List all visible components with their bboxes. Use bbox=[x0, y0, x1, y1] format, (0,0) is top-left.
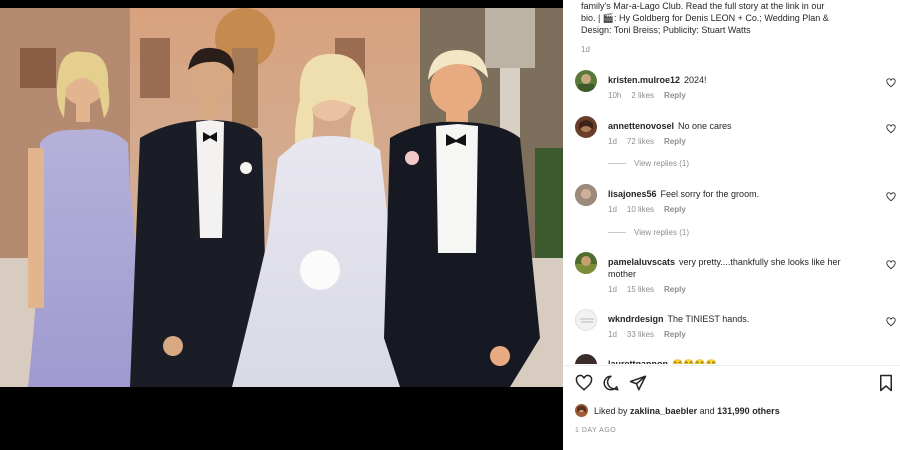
avatar[interactable] bbox=[575, 404, 588, 417]
comment-username[interactable]: pamelaluvscats bbox=[608, 257, 675, 267]
comment-meta: 10h 2 likes Reply bbox=[608, 90, 696, 102]
likes-prefix: Liked by bbox=[594, 406, 628, 416]
comment-time: 1d bbox=[608, 330, 617, 339]
replies-divider bbox=[608, 163, 626, 165]
caption-line: Design: Toni Breiss; Publicity: Stuart W… bbox=[581, 25, 751, 35]
reply-button[interactable]: Reply bbox=[664, 330, 686, 339]
heart-outline-icon[interactable] bbox=[575, 374, 593, 392]
likes-count[interactable]: 131,990 others bbox=[717, 406, 780, 416]
avatar[interactable] bbox=[575, 116, 597, 138]
avatar[interactable] bbox=[575, 354, 597, 364]
comment-username[interactable]: wkndrdesign bbox=[608, 314, 664, 324]
comment-meta: 1d 72 likes Reply bbox=[608, 136, 696, 148]
comment-message: 😂😂😂😂 bbox=[672, 359, 717, 364]
caption-timestamp: 1d bbox=[581, 45, 590, 54]
reply-button[interactable]: Reply bbox=[664, 137, 686, 146]
reply-button[interactable]: Reply bbox=[664, 91, 686, 100]
comment-text: laurettgannon 😂😂😂😂 bbox=[608, 358, 856, 364]
wedding-photo[interactable] bbox=[0, 8, 563, 387]
comment-likes[interactable]: 15 likes bbox=[627, 285, 654, 294]
comment-likes[interactable]: 10 likes bbox=[627, 205, 654, 214]
heart-icon[interactable] bbox=[886, 192, 896, 202]
caption-line: bio. | 🎬: Hy Goldberg for Denis LEON + C… bbox=[581, 13, 829, 23]
avatar[interactable] bbox=[575, 252, 597, 274]
panel-divider bbox=[563, 365, 900, 366]
heart-icon[interactable] bbox=[886, 317, 896, 327]
comment-message: very pretty....thankfully she looks like… bbox=[679, 257, 841, 267]
comment-meta: 1d 10 likes Reply bbox=[608, 204, 696, 216]
comment-message-continued: mother bbox=[608, 269, 637, 279]
avatar[interactable] bbox=[575, 184, 597, 206]
reply-button[interactable]: Reply bbox=[664, 205, 686, 214]
paper-plane-icon[interactable] bbox=[629, 374, 647, 392]
view-replies-button[interactable]: View replies (1) bbox=[608, 158, 689, 170]
comment-time: 1d bbox=[608, 205, 617, 214]
comment-time: 1d bbox=[608, 137, 617, 146]
post-media bbox=[0, 0, 563, 450]
heart-icon[interactable] bbox=[886, 124, 896, 134]
heart-icon[interactable] bbox=[886, 260, 896, 270]
comment-message: Feel sorry for the groom. bbox=[660, 189, 760, 199]
comment-time: 10h bbox=[608, 91, 622, 100]
view-replies-button[interactable]: View replies (1) bbox=[608, 227, 689, 239]
comments-list[interactable]: kristen.mulroe12 2024! 10h 2 likes Reply an… bbox=[563, 64, 900, 364]
comment-text: kristen.mulroe12 2024! bbox=[608, 74, 856, 86]
comment-text: lisajones56 Feel sorry for the groom. bbox=[608, 188, 856, 200]
comment-bubble-icon[interactable] bbox=[602, 374, 620, 392]
bookmark-icon[interactable] bbox=[877, 374, 895, 392]
reply-button[interactable]: Reply bbox=[664, 285, 686, 294]
post-caption: family's Mar-a-Lago Club. Read the full … bbox=[581, 0, 881, 36]
comment-text: annettenovosel No one cares bbox=[608, 120, 856, 132]
comment-likes[interactable]: 33 likes bbox=[627, 330, 654, 339]
view-replies-label: View replies (1) bbox=[634, 159, 689, 168]
comment-time: 1d bbox=[608, 285, 617, 294]
caption-line: family's Mar-a-Lago Club. Read the full … bbox=[581, 1, 825, 11]
heart-icon[interactable] bbox=[886, 78, 896, 88]
comment-meta: 1d 33 likes Reply bbox=[608, 329, 696, 341]
replies-divider bbox=[608, 232, 626, 234]
liker-username[interactable]: zaklina_baebler bbox=[630, 406, 697, 416]
comment-likes[interactable]: 72 likes bbox=[627, 137, 654, 146]
post-timestamp: 1 DAY AGO bbox=[575, 427, 617, 434]
post-actions-bar bbox=[563, 374, 900, 394]
comment-username[interactable]: lisajones56 bbox=[608, 189, 657, 199]
comment-message: 2024! bbox=[684, 75, 707, 85]
comment-message: No one cares bbox=[678, 121, 732, 131]
likes-conjunction: and bbox=[699, 406, 715, 416]
comment-username[interactable]: kristen.mulroe12 bbox=[608, 75, 680, 85]
comment-text: pamelaluvscats very pretty....thankfully … bbox=[608, 256, 856, 280]
comment-username[interactable]: annettenovosel bbox=[608, 121, 674, 131]
photo-illustration bbox=[0, 8, 563, 387]
comment-message: The TINIEST hands. bbox=[667, 314, 750, 324]
post-side-panel: family's Mar-a-Lago Club. Read the full … bbox=[563, 0, 900, 450]
avatar[interactable] bbox=[575, 309, 597, 331]
comment-username[interactable]: laurettgannon bbox=[608, 359, 668, 364]
avatar[interactable] bbox=[575, 70, 597, 92]
likes-text: Liked by zaklina_baebler and 131,990 oth… bbox=[594, 405, 780, 417]
comment-meta: 1d 15 likes Reply bbox=[608, 284, 696, 296]
comment-likes[interactable]: 2 likes bbox=[631, 91, 654, 100]
comment-text: wkndrdesign The TINIEST hands. bbox=[608, 313, 856, 325]
view-replies-label: View replies (1) bbox=[634, 228, 689, 237]
